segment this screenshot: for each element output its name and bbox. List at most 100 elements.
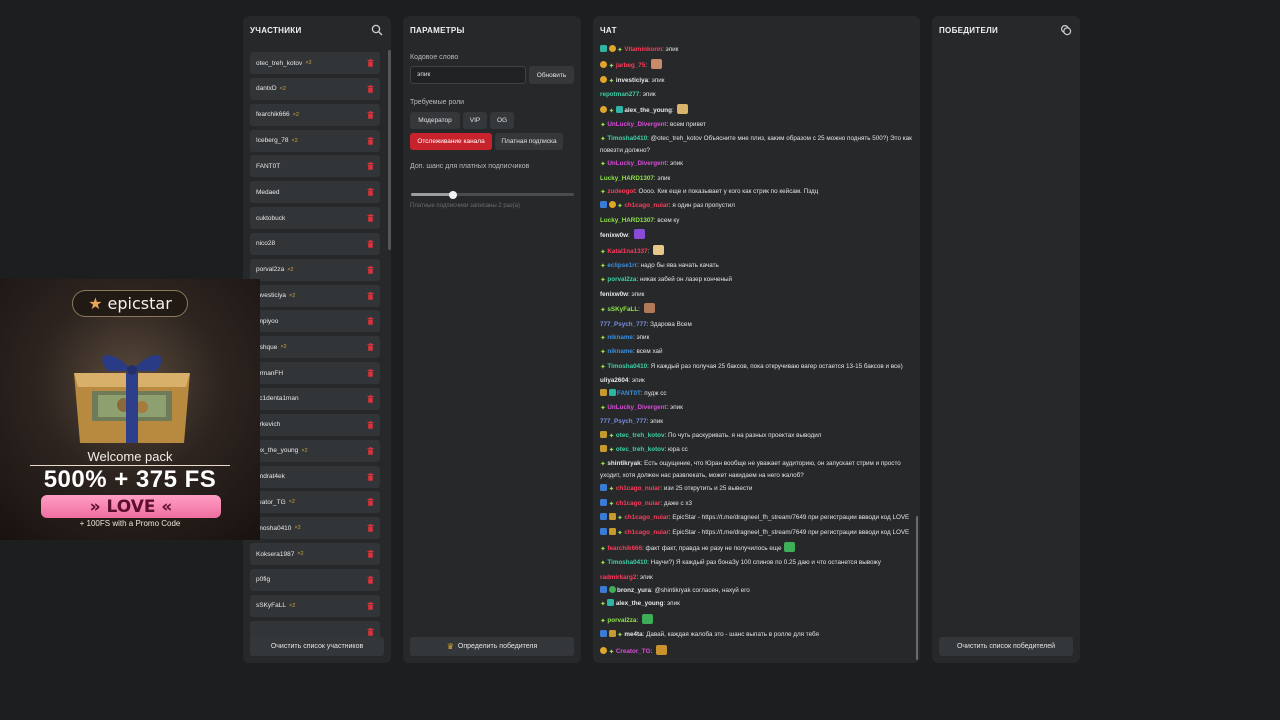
- chat-username[interactable]: fearchik666: [607, 545, 642, 552]
- promo-code-badge[interactable]: » LOVE «: [41, 495, 221, 518]
- chat-username[interactable]: ch1cago_nuiar: [624, 529, 668, 536]
- participant-row[interactable]: reator_TG ×2: [250, 491, 380, 514]
- participant-row[interactable]: otec_treh_kotov ×2: [250, 52, 380, 74]
- chat-username[interactable]: fenixw0w: [600, 232, 628, 239]
- search-icon[interactable]: [371, 24, 383, 36]
- participant-row[interactable]: porval2za ×2: [250, 258, 380, 281]
- chat-username[interactable]: investiciya: [616, 77, 648, 84]
- chat-scrollbar[interactable]: [916, 516, 918, 660]
- trash-icon[interactable]: [367, 239, 374, 248]
- trash-icon[interactable]: [367, 601, 374, 610]
- chat-username[interactable]: Timosha0410: [607, 559, 647, 566]
- role-og-button[interactable]: OG: [490, 112, 514, 129]
- participant-row[interactable]: ondrat4ek: [250, 465, 380, 488]
- chat-username[interactable]: nikname: [607, 348, 633, 355]
- chat-username[interactable]: sSKyFaLL: [607, 306, 638, 313]
- chat-username[interactable]: Timosha0410: [607, 363, 647, 370]
- chat-username[interactable]: zudeogol: [607, 188, 635, 195]
- chat-username[interactable]: 777_Psych_777: [600, 418, 647, 425]
- paid-subscription-button[interactable]: Платная подписка: [495, 133, 563, 150]
- chat-username[interactable]: radmirkarg2: [600, 574, 636, 581]
- chat-username[interactable]: ch1cago_nuiar: [616, 500, 660, 507]
- trash-icon[interactable]: [367, 214, 374, 222]
- trash-icon[interactable]: [367, 498, 374, 507]
- chat-username[interactable]: uliya2604: [600, 377, 628, 384]
- chat-username[interactable]: UnLucky_Divergent: [607, 404, 666, 411]
- trash-icon[interactable]: [367, 472, 374, 481]
- trash-icon[interactable]: [367, 162, 374, 171]
- pick-winner-button[interactable]: ♛ Определить победителя: [410, 637, 574, 656]
- chat-username[interactable]: UnLucky_Divergent: [607, 160, 666, 167]
- chat-username[interactable]: Lucky_HARD1307: [600, 175, 654, 182]
- role-vip-button[interactable]: VIP: [463, 112, 487, 129]
- participant-row[interactable]: p0fig: [250, 568, 380, 591]
- chat-username[interactable]: fenixw0w: [600, 291, 628, 298]
- participant-row[interactable]: Iceberg_78 ×2: [250, 129, 380, 152]
- follow-tracking-button[interactable]: Отслеживание канала: [410, 133, 492, 150]
- participant-row[interactable]: dantxD ×2: [250, 77, 380, 100]
- chat-username[interactable]: Vitaminkonn: [624, 46, 662, 53]
- participant-row[interactable]: FANT0T: [250, 155, 380, 178]
- chat-username[interactable]: nikname: [607, 334, 633, 341]
- trash-icon[interactable]: [367, 550, 374, 558]
- trash-icon[interactable]: [367, 291, 374, 300]
- participant-row[interactable]: cuktobuck: [250, 207, 380, 230]
- chat-username[interactable]: ch1cago_nuiar: [624, 514, 668, 521]
- chat-username[interactable]: alex_the_young: [616, 600, 664, 607]
- participant-row[interactable]: impiyoo: [250, 310, 380, 333]
- chance-slider-knob[interactable]: [449, 190, 458, 199]
- chat-username[interactable]: jarbeg_75: [616, 62, 645, 69]
- participant-row[interactable]: ashque ×2: [250, 336, 380, 359]
- trash-icon[interactable]: [367, 575, 374, 584]
- participant-row[interactable]: lex_the_young ×2: [250, 439, 380, 462]
- trash-icon[interactable]: [367, 524, 374, 532]
- chat-username[interactable]: repotman277: [600, 91, 639, 98]
- chat-username[interactable]: Timosha0410: [607, 135, 647, 142]
- participant-row[interactable]: fearchik666 ×2: [250, 103, 380, 126]
- chat-username[interactable]: Creator_TG: [616, 648, 651, 655]
- role-moderator-button[interactable]: Модератор: [410, 112, 460, 129]
- trash-icon[interactable]: [367, 420, 374, 429]
- promo-banner[interactable]: ★ epicstar Welcome pack 500% + 375 FS » …: [0, 279, 260, 540]
- chat-username[interactable]: otec_treh_kotov: [616, 446, 665, 453]
- participant-row[interactable]: cc1denta1man: [250, 387, 380, 410]
- clear-participants-button[interactable]: Очистить список участников: [250, 637, 384, 656]
- chat-username[interactable]: eclipse1rr: [607, 262, 637, 269]
- chat-username[interactable]: alex_the_young: [624, 107, 672, 114]
- trash-icon[interactable]: [367, 627, 374, 636]
- participant-row[interactable]: sSKyFaLL ×2: [250, 594, 380, 617]
- participant-row[interactable]: ormanFH: [250, 362, 380, 385]
- participants-scrollbar[interactable]: [388, 50, 391, 250]
- trash-icon[interactable]: [367, 84, 374, 93]
- chat-username[interactable]: shintikryak: [607, 460, 640, 467]
- trash-icon[interactable]: [367, 394, 374, 403]
- trash-icon[interactable]: [367, 446, 374, 455]
- participant-row[interactable]: imosha0410 ×2: [250, 517, 380, 540]
- chat-username[interactable]: ch1cago_nuiar: [616, 485, 660, 492]
- trash-icon[interactable]: [367, 188, 374, 197]
- chat-username[interactable]: 777_Psych_777: [600, 321, 647, 328]
- trash-icon[interactable]: [367, 265, 374, 274]
- copy-icon[interactable]: [1060, 24, 1072, 36]
- participant-row[interactable]: arkevich: [250, 413, 380, 436]
- trash-icon[interactable]: [367, 110, 374, 119]
- trash-icon[interactable]: [367, 136, 374, 145]
- participant-row[interactable]: investiciya ×2: [250, 284, 380, 307]
- keyword-input[interactable]: эпик: [410, 66, 526, 84]
- chat-username[interactable]: porval2za: [607, 617, 636, 624]
- trash-icon[interactable]: [367, 317, 374, 326]
- participant-row[interactable]: Medaed: [250, 181, 380, 204]
- clear-winners-button[interactable]: Очистить список победителей: [939, 637, 1073, 656]
- chat-username[interactable]: bronz_yura: [617, 587, 651, 594]
- chat-username[interactable]: UnLucky_Divergent: [607, 121, 666, 128]
- chat-username[interactable]: me4ta: [624, 631, 642, 638]
- chat-username[interactable]: porval2za: [607, 276, 636, 283]
- update-button[interactable]: Обновить: [529, 66, 574, 84]
- chance-slider[interactable]: [411, 190, 574, 199]
- chat-username[interactable]: otec_treh_kotov: [616, 432, 665, 439]
- trash-icon[interactable]: [367, 343, 374, 352]
- chat-username[interactable]: FANT0T: [617, 390, 641, 397]
- chat-username[interactable]: Lucky_HARD1307: [600, 217, 654, 224]
- participant-row[interactable]: Koksera1987 ×2: [250, 543, 380, 566]
- chat-username[interactable]: ch1cago_nuiar: [624, 202, 668, 209]
